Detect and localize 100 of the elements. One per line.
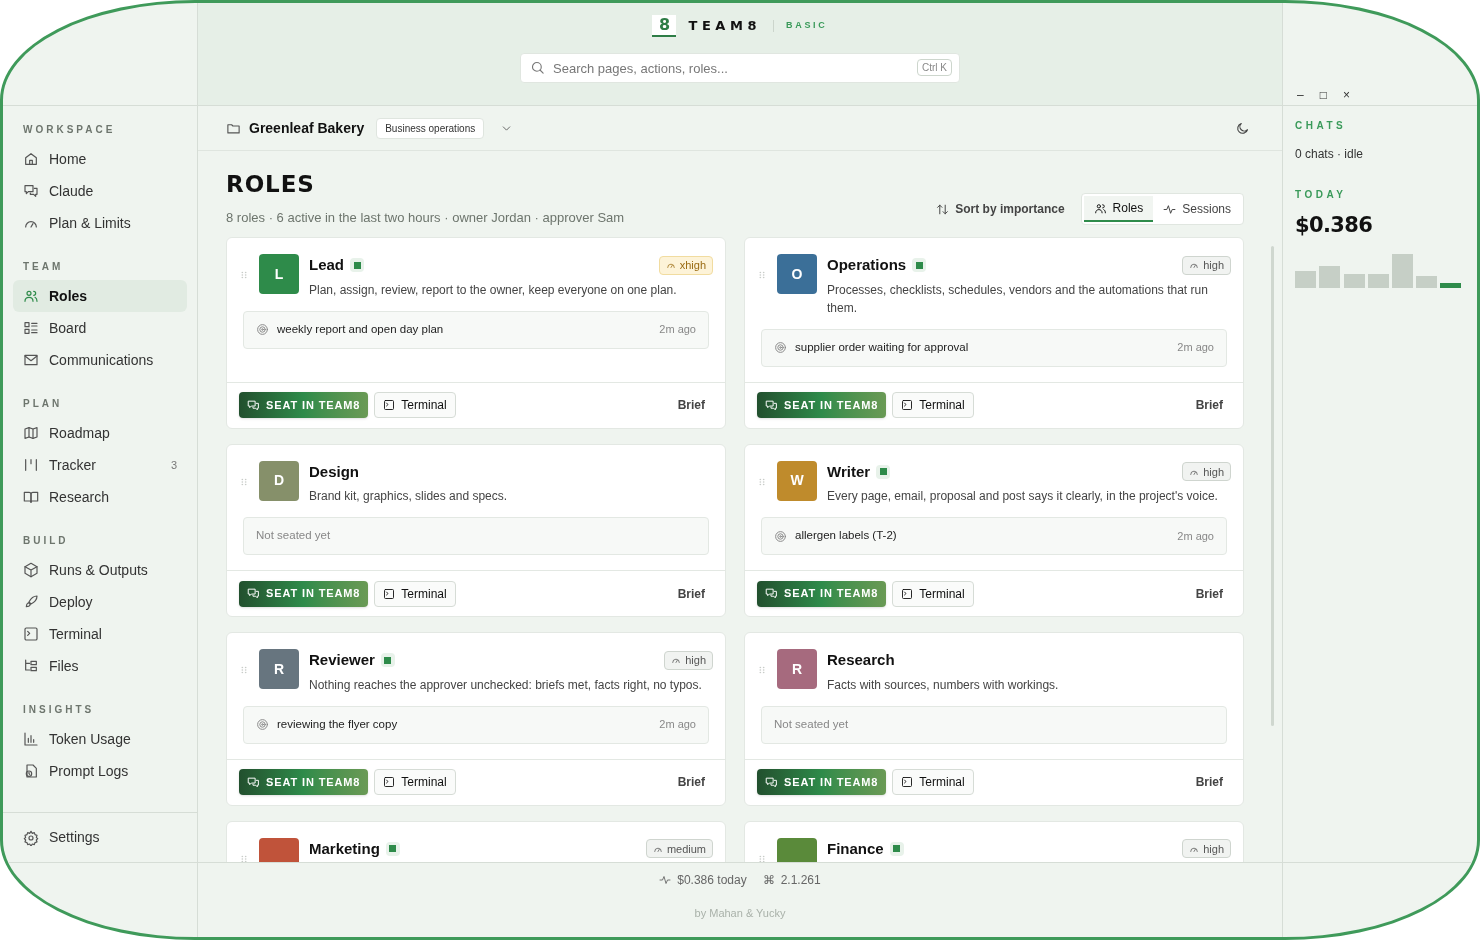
effort-badge: xhigh [658, 255, 713, 275]
chat-status: 0 chats · idle [1295, 146, 1365, 163]
nav-item[interactable]: Communications [13, 344, 187, 376]
role-name: Design [309, 461, 359, 482]
activity-time: 2m ago [1177, 340, 1214, 356]
role-name: Research [827, 650, 895, 670]
plan-label: BASIC [786, 19, 828, 33]
brief-button[interactable]: Brief [677, 396, 713, 414]
target-icon [774, 529, 787, 543]
brief-button[interactable]: Brief [677, 584, 713, 603]
role-description: Nothing reaches the approver unchecked: briefs met, facts right, no typos. [309, 676, 703, 694]
project-name: Greenleaf Bakery [249, 118, 365, 138]
brand-name: TEAM8 [688, 17, 761, 36]
nav-label: Terminal [49, 624, 103, 644]
nav-label: Roles [49, 286, 89, 306]
role-name: Finance [827, 838, 884, 859]
target-icon [256, 718, 269, 731]
terminal-icon [901, 776, 914, 788]
section-heading: PLAN [22, 397, 64, 411]
terminal-icon [901, 587, 914, 600]
logo-mark: 8 [652, 15, 677, 37]
cube-icon [23, 562, 39, 578]
chat-bubbles-icon [247, 775, 260, 789]
activity-time: 2m ago [659, 322, 696, 338]
pulse-icon [659, 874, 672, 886]
minimize-button[interactable]: – [1295, 89, 1306, 101]
seat-button[interactable]: SEAT IN TEAM8 [757, 580, 887, 607]
seat-button[interactable]: SEAT IN TEAM8 [239, 392, 369, 418]
seat-button[interactable]: SEAT IN TEAM8 [757, 769, 887, 795]
terminal-button[interactable]: Terminal [892, 580, 974, 607]
nav-item[interactable]: Runs & Outputs [13, 554, 187, 586]
nav-item[interactable]: Board [13, 312, 187, 344]
nav-label: Home [49, 149, 88, 169]
activity-text: reviewing the flyer copy [277, 716, 399, 732]
nav-item[interactable]: Files [13, 650, 187, 682]
drag-handle-icon [757, 476, 767, 487]
sort-button[interactable]: Sort by importance [936, 200, 1065, 218]
nav-item[interactable]: Roadmap [13, 417, 187, 449]
brief-button[interactable]: Brief [1195, 584, 1231, 603]
nav-item[interactable]: Plan & Limits [13, 207, 187, 239]
activity-text: allergen labels (T-2) [795, 528, 898, 544]
credit-text: by Mahan & Yucky [694, 906, 786, 921]
role-description: Every page, email, proposal and post says it clearly, in the project's voice. [827, 488, 1219, 505]
role-name: Reviewer [309, 650, 375, 670]
log-file-icon [23, 763, 39, 779]
nav-item[interactable]: Deploy [13, 586, 187, 618]
sort-arrows-icon [936, 202, 950, 216]
brief-button[interactable]: Brief [677, 773, 713, 791]
nav-item[interactable]: Tracker 3 [13, 449, 187, 481]
nav-label: Files [49, 656, 80, 676]
page-title: ROLES [226, 170, 316, 199]
brief-button[interactable]: Brief [1195, 396, 1231, 414]
role-name: Lead [309, 255, 344, 275]
nav-label: Research [49, 487, 110, 507]
role-avatar: W [777, 460, 817, 501]
target-icon [774, 341, 787, 354]
view-tab[interactable]: Roles [1083, 196, 1154, 222]
seat-button[interactable]: SEAT IN TEAM8 [757, 392, 887, 418]
nav-item[interactable]: Home [13, 143, 187, 175]
terminal-button[interactable]: Terminal [892, 769, 974, 795]
seat-button[interactable]: SEAT IN TEAM8 [239, 580, 369, 607]
board-icon [23, 320, 39, 336]
role-description: Facts with sources, numbers with workings. [827, 676, 1060, 694]
chat-bubbles-icon [765, 775, 778, 789]
scrollbar[interactable] [1271, 246, 1274, 726]
role-avatar: D [259, 460, 299, 501]
drag-handle-icon [757, 665, 767, 675]
chat-bubbles-icon [247, 587, 260, 600]
view-tab[interactable]: Sessions [1153, 196, 1241, 222]
nav-item[interactable]: Token Usage [13, 723, 187, 755]
terminal-icon [383, 399, 396, 411]
role-description: Brand kit, graphics, slides and specs. [309, 488, 509, 505]
nav-item[interactable]: Terminal [13, 618, 187, 650]
settings-link[interactable]: Settings [49, 827, 100, 848]
maximize-button[interactable]: □ [1317, 89, 1329, 101]
activity-text: Not seated yet [774, 716, 850, 732]
nav-item[interactable]: Roles [13, 280, 187, 312]
nav-item[interactable]: Research [13, 481, 187, 513]
terminal-button[interactable]: Terminal [892, 392, 974, 418]
chat-bubbles-icon [765, 587, 778, 600]
effort-badge: high [1182, 255, 1231, 275]
book-icon [23, 489, 39, 505]
nav-item[interactable]: Claude [13, 175, 187, 207]
chat-bubbles-icon [765, 398, 778, 412]
effort-badge: high [664, 650, 713, 670]
brief-button[interactable]: Brief [1195, 773, 1231, 791]
nav-item[interactable]: Prompt Logs [13, 755, 187, 787]
map-icon [23, 425, 39, 441]
chat-bubbles-icon [247, 398, 260, 412]
bar-chart-icon [23, 731, 39, 747]
effort-badge: high [1182, 462, 1231, 482]
effort-badge: medium [645, 839, 713, 859]
close-button[interactable]: × [1340, 89, 1352, 101]
terminal-button[interactable]: Terminal [374, 769, 456, 795]
terminal-button[interactable]: Terminal [374, 392, 456, 418]
count-label: 3 [170, 457, 177, 473]
seat-button[interactable]: SEAT IN TEAM8 [239, 769, 369, 795]
nav-label: Token Usage [49, 729, 132, 749]
drag-handle-icon [239, 476, 249, 487]
terminal-button[interactable]: Terminal [374, 580, 456, 607]
